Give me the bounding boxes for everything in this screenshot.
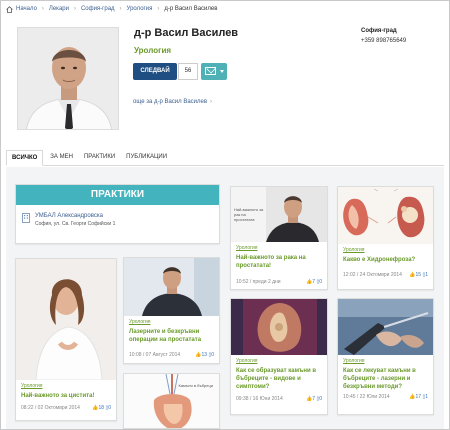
article-image (231, 299, 327, 355)
content-grid: ПРАКТИКИ УМБАЛ Александровска София, ул.… (6, 167, 444, 429)
breadcrumb-specialty[interactable]: Урология (127, 6, 153, 12)
doctor-photo (17, 27, 119, 130)
article-card[interactable]: Урология Как се образуват камъни в бъбре… (230, 298, 328, 415)
article-card[interactable]: Урология Най-важното за цистита! 08:22 /… (15, 258, 117, 421)
breadcrumb-city[interactable]: София-град (81, 6, 115, 12)
article-date: 08:22 / 02 Октомври 2014 (21, 405, 80, 411)
tab-all[interactable]: ВСИЧКО (6, 150, 44, 166)
tab-about[interactable]: ЗА МЕН (46, 154, 77, 165)
practice-address: София, ул. Св. Георги Софийски 1 (35, 221, 116, 227)
profile-tabs: ВСИЧКО ЗА МЕН ПРАКТИКИ ПУБЛИКАЦИИ (6, 148, 444, 166)
kidney-caption: Камъни в бъбреци (178, 383, 213, 388)
article-stats: 👍7 ▯0 (306, 279, 322, 285)
comments-count: 1 (425, 272, 428, 278)
doctor-specialty[interactable]: Урология (134, 46, 171, 55)
likes-count: 18 (98, 405, 105, 411)
breadcrumb-doctors[interactable]: Лекари (49, 6, 69, 12)
article-category[interactable]: Урология (343, 358, 428, 364)
practices-header: ПРАКТИКИ (16, 185, 219, 205)
article-image: Най-важното за рак на простатата (231, 187, 327, 242)
article-card[interactable]: Урология Какво е Хидронефроза? 12:02 / 2… (337, 186, 434, 290)
likes-count: 15 (415, 272, 422, 278)
contact-city: София-град (361, 28, 397, 34)
building-icon (22, 213, 30, 223)
practices-card: ПРАКТИКИ УМБАЛ Александровска София, ул.… (15, 184, 220, 244)
breadcrumb-current: д-р Васил Василев (164, 6, 218, 12)
article-category[interactable]: Урология (21, 383, 111, 389)
article-date: 10:52 / преди 2 дни (236, 279, 281, 285)
practice-name[interactable]: УМБАЛ Александровска (35, 213, 115, 219)
article-category[interactable]: Урология (236, 245, 322, 251)
article-title[interactable]: Как се образуват камъни в бъбреците - ви… (236, 367, 322, 391)
likes-count: 7 (312, 396, 316, 402)
chevron-right-icon: › (41, 6, 44, 12)
article-image: Камъни в бъбреци (124, 374, 219, 428)
chevron-down-icon (220, 70, 224, 73)
doctor-name: д-р Васил Василев (134, 27, 239, 39)
follow-count: 56 (178, 63, 198, 80)
article-date: 10:45 / 22 Юли 2014 (343, 394, 390, 400)
contact-phone: +359 898765649 (361, 38, 407, 44)
chevron-right-icon: › (157, 6, 160, 12)
article-stats: 👍15 ▯1 (409, 272, 428, 278)
article-category[interactable]: Урология (129, 319, 214, 325)
comments-count: 0 (108, 405, 111, 411)
chevron-right-icon: › (210, 99, 213, 105)
tab-practices[interactable]: ПРАКТИКИ (80, 154, 119, 165)
envelope-icon (205, 67, 216, 75)
article-card[interactable]: Камъни в бъбреци (123, 373, 220, 429)
more-about-link[interactable]: още за д-р Васил Василев › (133, 99, 212, 105)
comments-count: 1 (425, 394, 428, 400)
likes-count: 7 (312, 279, 316, 285)
article-stats: 👍18 ▯0 (92, 405, 111, 411)
article-image (16, 259, 116, 380)
article-image (124, 258, 219, 316)
article-title[interactable]: Лазерните и безкръвни операции на проста… (129, 328, 214, 344)
tab-publications[interactable]: ПУБЛИКАЦИИ (122, 154, 171, 165)
message-button[interactable] (201, 63, 227, 80)
likes-count: 13 (201, 352, 208, 358)
article-stats: 👍13 ▯0 (195, 352, 214, 358)
video-caption: Най-важното за рак на простатата (234, 207, 264, 222)
article-category[interactable]: Урология (343, 247, 428, 253)
article-image (338, 299, 433, 355)
article-stats: 👍17 ▯1 (409, 394, 428, 400)
more-about-label: още за д-р Васил Василев (133, 99, 208, 105)
article-title[interactable]: Най-важното за цистита! (21, 392, 111, 400)
breadcrumb: Начало › Лекари › София-град › Урология … (6, 4, 217, 14)
chevron-right-icon: › (119, 6, 122, 12)
article-card[interactable]: Урология Лазерните и безкръвни операции … (123, 257, 220, 364)
article-card[interactable]: Урология Как се лекуват камъни в бъбреци… (337, 298, 434, 415)
article-date: 10:08 / 07 Август 2014 (129, 352, 181, 358)
comments-count: 0 (319, 396, 322, 402)
article-image (338, 187, 433, 244)
chevron-right-icon: › (73, 6, 76, 12)
article-date: 12:02 / 24 Октомври 2014 (343, 272, 402, 278)
article-stats: 👍7 ▯0 (306, 396, 322, 402)
article-card[interactable]: Най-важното за рак на простатата Урологи… (230, 186, 328, 290)
article-date: 09:38 / 16 Юни 2014 (236, 396, 283, 402)
article-title[interactable]: Какво е Хидронефроза? (343, 256, 428, 264)
home-icon[interactable] (6, 5, 13, 13)
comments-count: 0 (319, 279, 322, 285)
breadcrumb-home[interactable]: Начало (16, 6, 37, 12)
article-category[interactable]: Урология (236, 358, 322, 364)
article-title[interactable]: Как се лекуват камъни в бъбреците - лазе… (343, 367, 428, 391)
likes-count: 17 (415, 394, 422, 400)
comments-count: 0 (211, 352, 214, 358)
follow-button[interactable]: СЛЕДВАЙ (133, 63, 177, 80)
article-title[interactable]: Най-важното за рака на простатата! (236, 254, 322, 270)
